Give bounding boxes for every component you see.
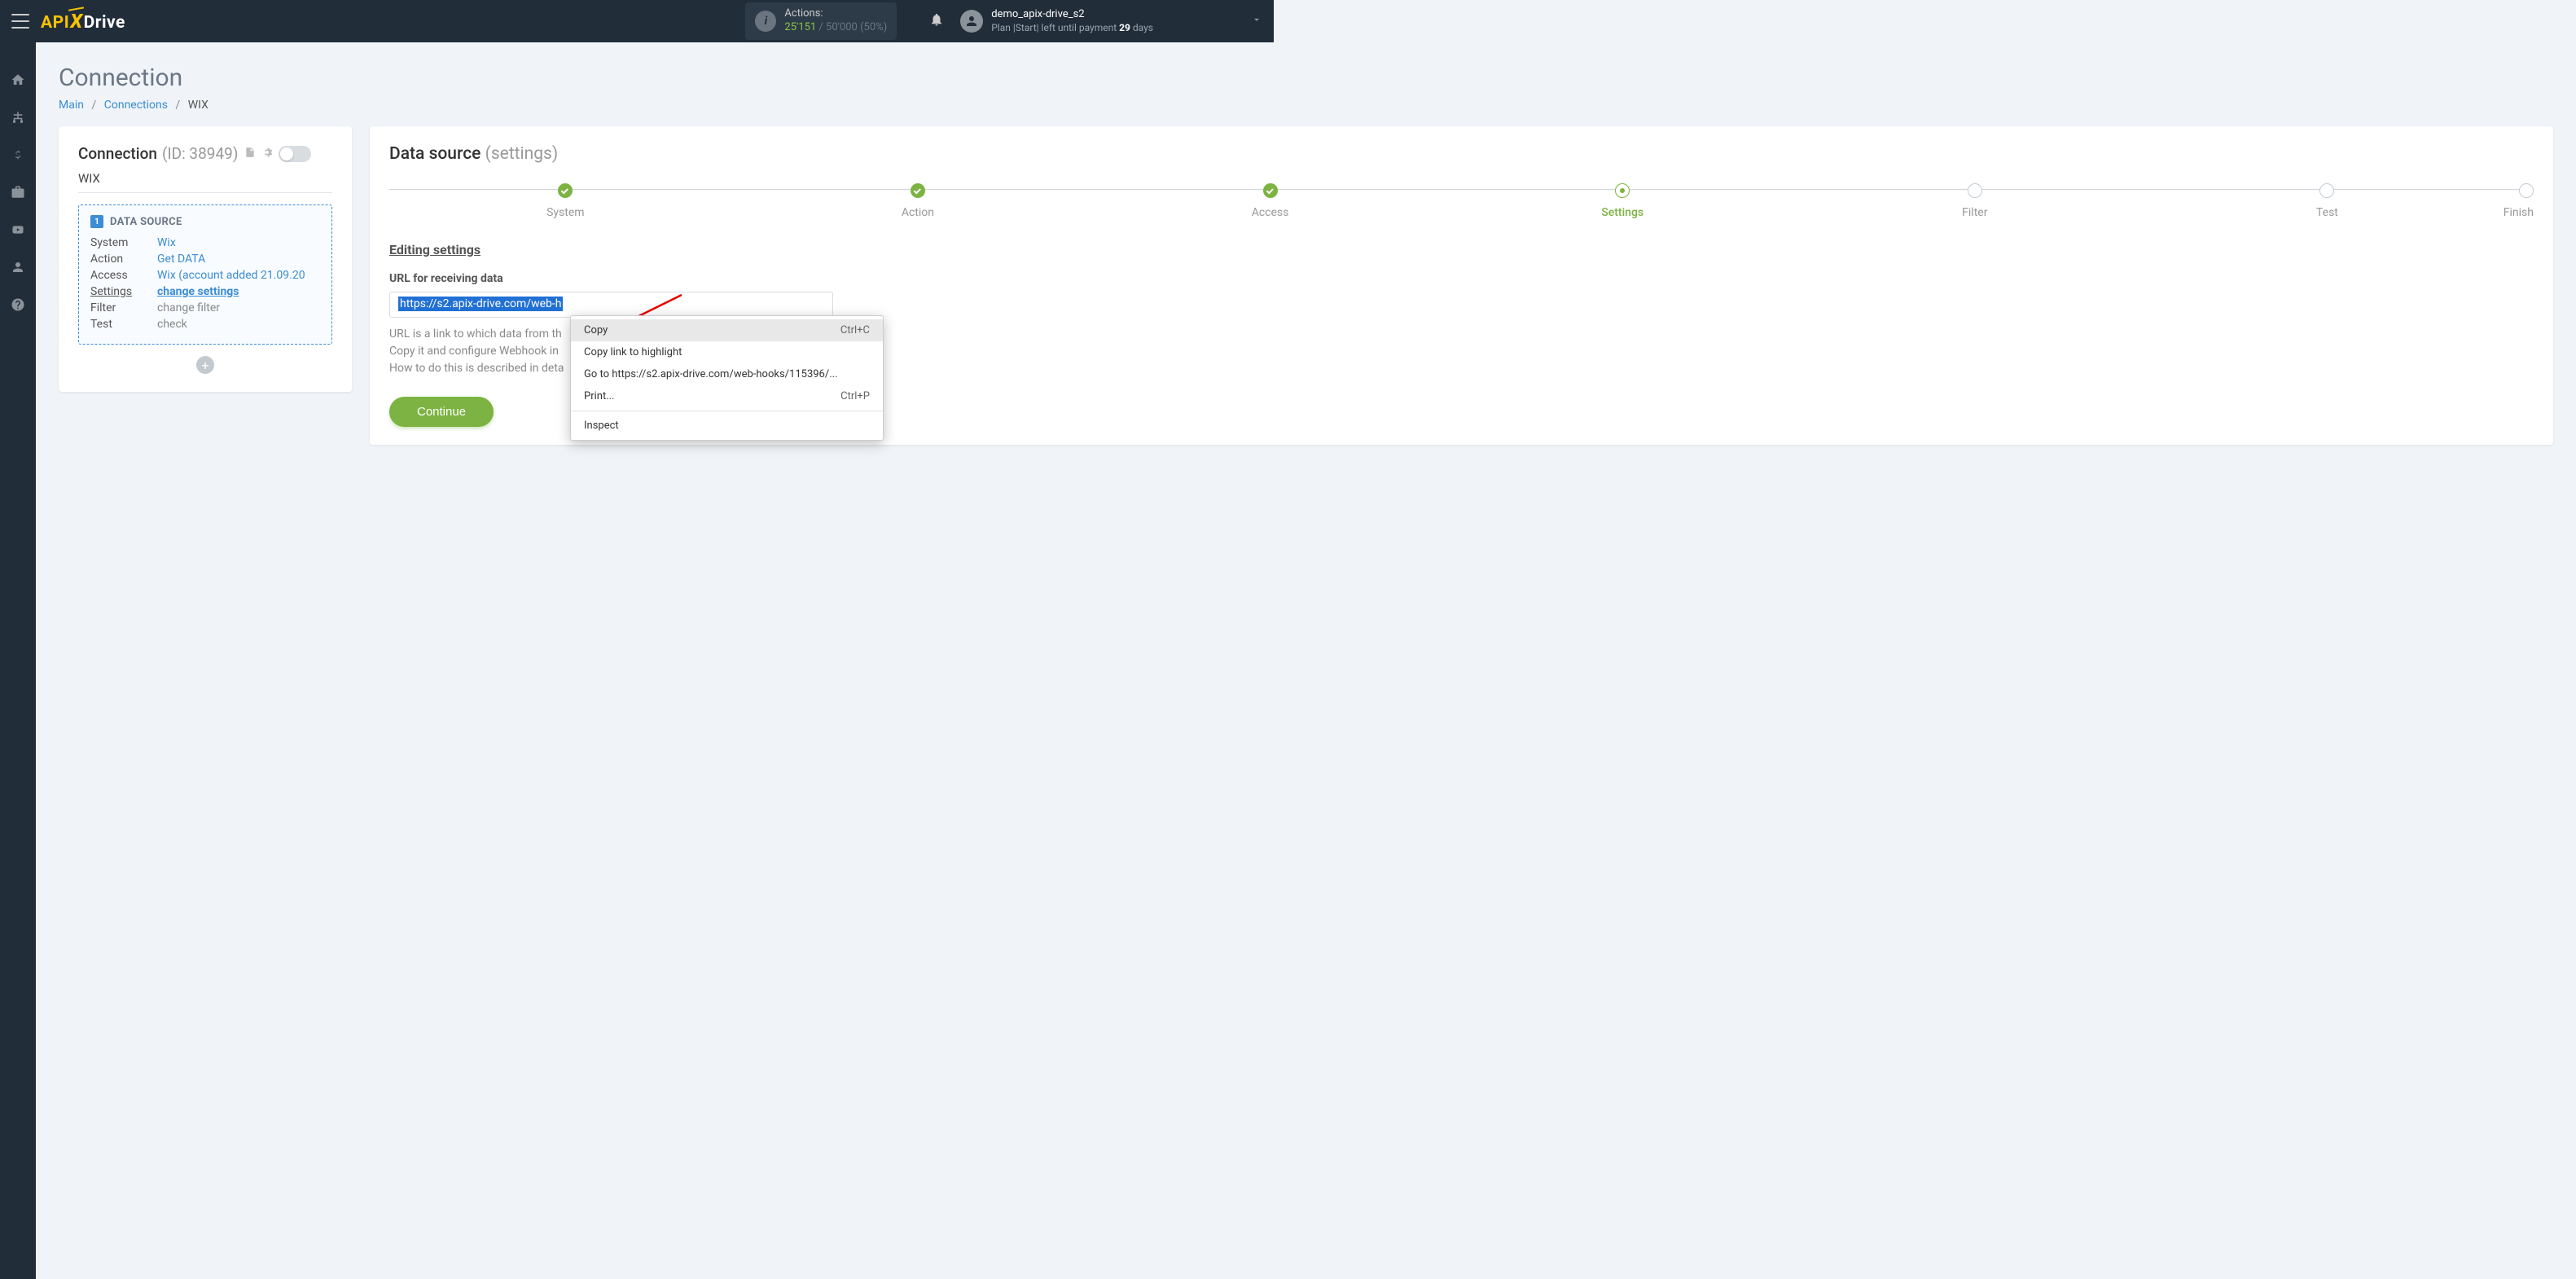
breadcrumb-main[interactable]: Main <box>59 99 84 112</box>
ds-val-system[interactable]: Wix <box>157 236 320 249</box>
logo-api: API <box>41 13 69 33</box>
ctx-goto[interactable]: Go to https://s2.apix-drive.com/web-hook… <box>571 363 883 385</box>
step-access[interactable]: Access <box>1094 183 1446 219</box>
ctx-inspect[interactable]: Inspect <box>571 415 883 437</box>
ds-val-access[interactable]: Wix (account added 21.09.20 <box>157 269 320 282</box>
user-avatar-icon <box>960 10 983 33</box>
user-plan: Plan |Start| left until payment 29 days <box>991 22 1153 35</box>
actions-label: Actions: <box>784 7 887 21</box>
gear-icon[interactable] <box>261 146 274 162</box>
actions-pct: (50%) <box>860 21 887 33</box>
ds-key-filter: Filter <box>90 301 157 314</box>
user-name: demo_apix-drive_s2 <box>991 8 1153 22</box>
ds-val-filter[interactable]: change filter <box>157 301 320 314</box>
dollar-icon[interactable] <box>10 147 26 163</box>
ds-val-action[interactable]: Get DATA <box>157 253 320 266</box>
briefcase-icon[interactable] <box>10 184 26 200</box>
breadcrumb: Main / Connections / WIX <box>59 99 2553 112</box>
ctx-print[interactable]: Print...Ctrl+P <box>571 385 883 407</box>
chevron-down-icon[interactable] <box>1251 14 1262 29</box>
breadcrumb-current: WIX <box>188 99 208 112</box>
logo-drive: Drive <box>84 13 125 33</box>
youtube-icon[interactable] <box>10 222 26 238</box>
data-source-number: 1 <box>90 215 103 228</box>
step-action[interactable]: Action <box>742 183 1095 219</box>
ds-key-system: System <box>90 236 157 249</box>
topbar: API X Drive i Actions: 25'151 / 50'000 (… <box>0 0 1274 42</box>
step-settings[interactable]: Settings <box>1446 183 1799 219</box>
step-system[interactable]: System <box>389 183 742 219</box>
step-filter[interactable]: Filter <box>1799 183 2152 219</box>
add-button[interactable]: + <box>196 356 214 374</box>
connection-name: WIX <box>78 171 332 193</box>
connection-toggle[interactable] <box>279 146 311 162</box>
ds-key-action: Action <box>90 253 157 266</box>
continue-button[interactable]: Continue <box>389 397 494 427</box>
document-icon[interactable] <box>244 146 256 162</box>
ctx-copy[interactable]: CopyCtrl+C <box>571 319 883 341</box>
actions-limit: / 50'000 <box>818 21 857 33</box>
ds-val-settings[interactable]: change settings <box>157 285 320 298</box>
user-menu[interactable]: demo_apix-drive_s2 Plan |Start| left unt… <box>960 8 1153 34</box>
settings-title: Data source (settings) <box>389 144 2534 164</box>
ds-key-test: Test <box>90 318 157 331</box>
editing-settings-heading: Editing settings <box>389 242 2534 257</box>
context-menu: CopyCtrl+C Copy link to highlight Go to … <box>570 315 884 441</box>
user-icon[interactable] <box>10 259 26 275</box>
breadcrumb-connections[interactable]: Connections <box>104 99 168 112</box>
hamburger-menu-icon[interactable] <box>11 14 29 29</box>
ds-key-settings: Settings <box>90 285 157 298</box>
help-icon[interactable] <box>10 297 26 313</box>
stepper: System Action Access Settings Filter Tes… <box>389 183 2534 219</box>
home-icon[interactable] <box>10 72 26 88</box>
bell-icon[interactable] <box>929 12 944 30</box>
connection-card: Connection (ID: 38949) WIX 1 DATA SOURCE… <box>59 126 352 392</box>
connection-title: Connection <box>78 144 157 163</box>
main-content: Connection Main / Connections / WIX Conn… <box>36 42 2576 1279</box>
page-title: Connection <box>59 64 2553 92</box>
info-icon: i <box>755 11 776 32</box>
actions-used: 25'151 <box>784 21 816 33</box>
step-finish[interactable]: Finish <box>2504 183 2534 219</box>
url-selected-text: https://s2.apix-drive.com/web-h <box>398 297 563 311</box>
actions-counter[interactable]: i Actions: 25'151 / 50'000 (50%) <box>745 2 897 40</box>
ds-key-access: Access <box>90 269 157 282</box>
data-source-box[interactable]: 1 DATA SOURCE SystemWix ActionGet DATA A… <box>78 204 332 345</box>
url-field-label: URL for receiving data <box>389 272 2534 285</box>
logo-x: X <box>70 10 82 33</box>
step-test[interactable]: Test <box>2151 183 2504 219</box>
logo[interactable]: API X Drive <box>41 10 125 33</box>
ds-val-test[interactable]: check <box>157 318 320 331</box>
data-source-title: DATA SOURCE <box>110 216 182 228</box>
sidebar <box>0 42 36 1279</box>
ctx-copy-link[interactable]: Copy link to highlight <box>571 341 883 363</box>
connection-id: (ID: 38949) <box>162 144 238 163</box>
sitemap-icon[interactable] <box>10 109 26 125</box>
